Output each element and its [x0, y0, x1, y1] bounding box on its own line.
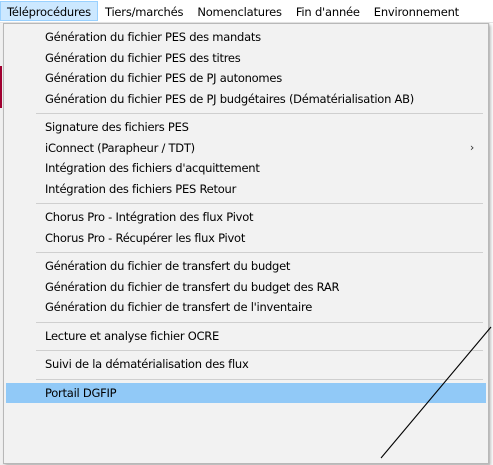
annotation-arrow-line: [380, 326, 492, 459]
